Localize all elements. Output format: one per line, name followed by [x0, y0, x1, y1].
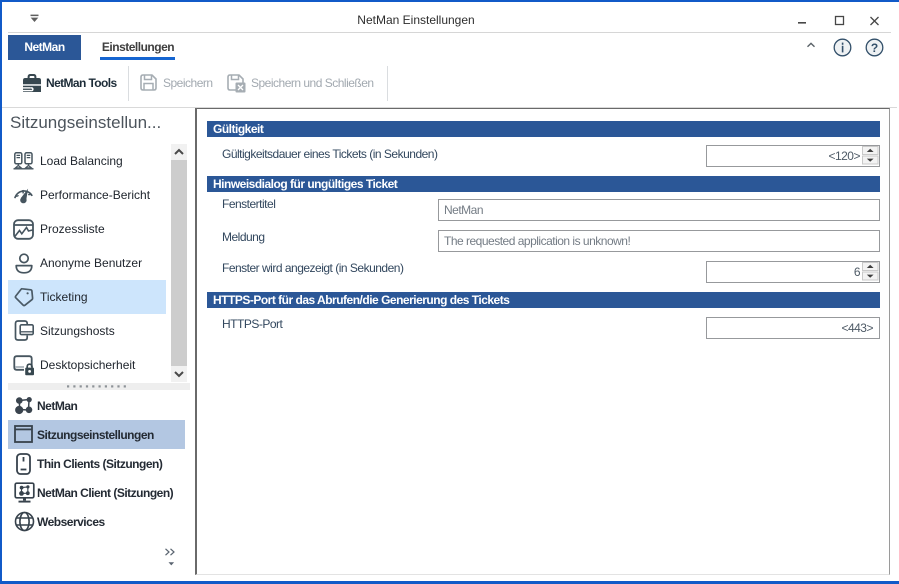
svg-text:?: ?: [871, 41, 878, 55]
